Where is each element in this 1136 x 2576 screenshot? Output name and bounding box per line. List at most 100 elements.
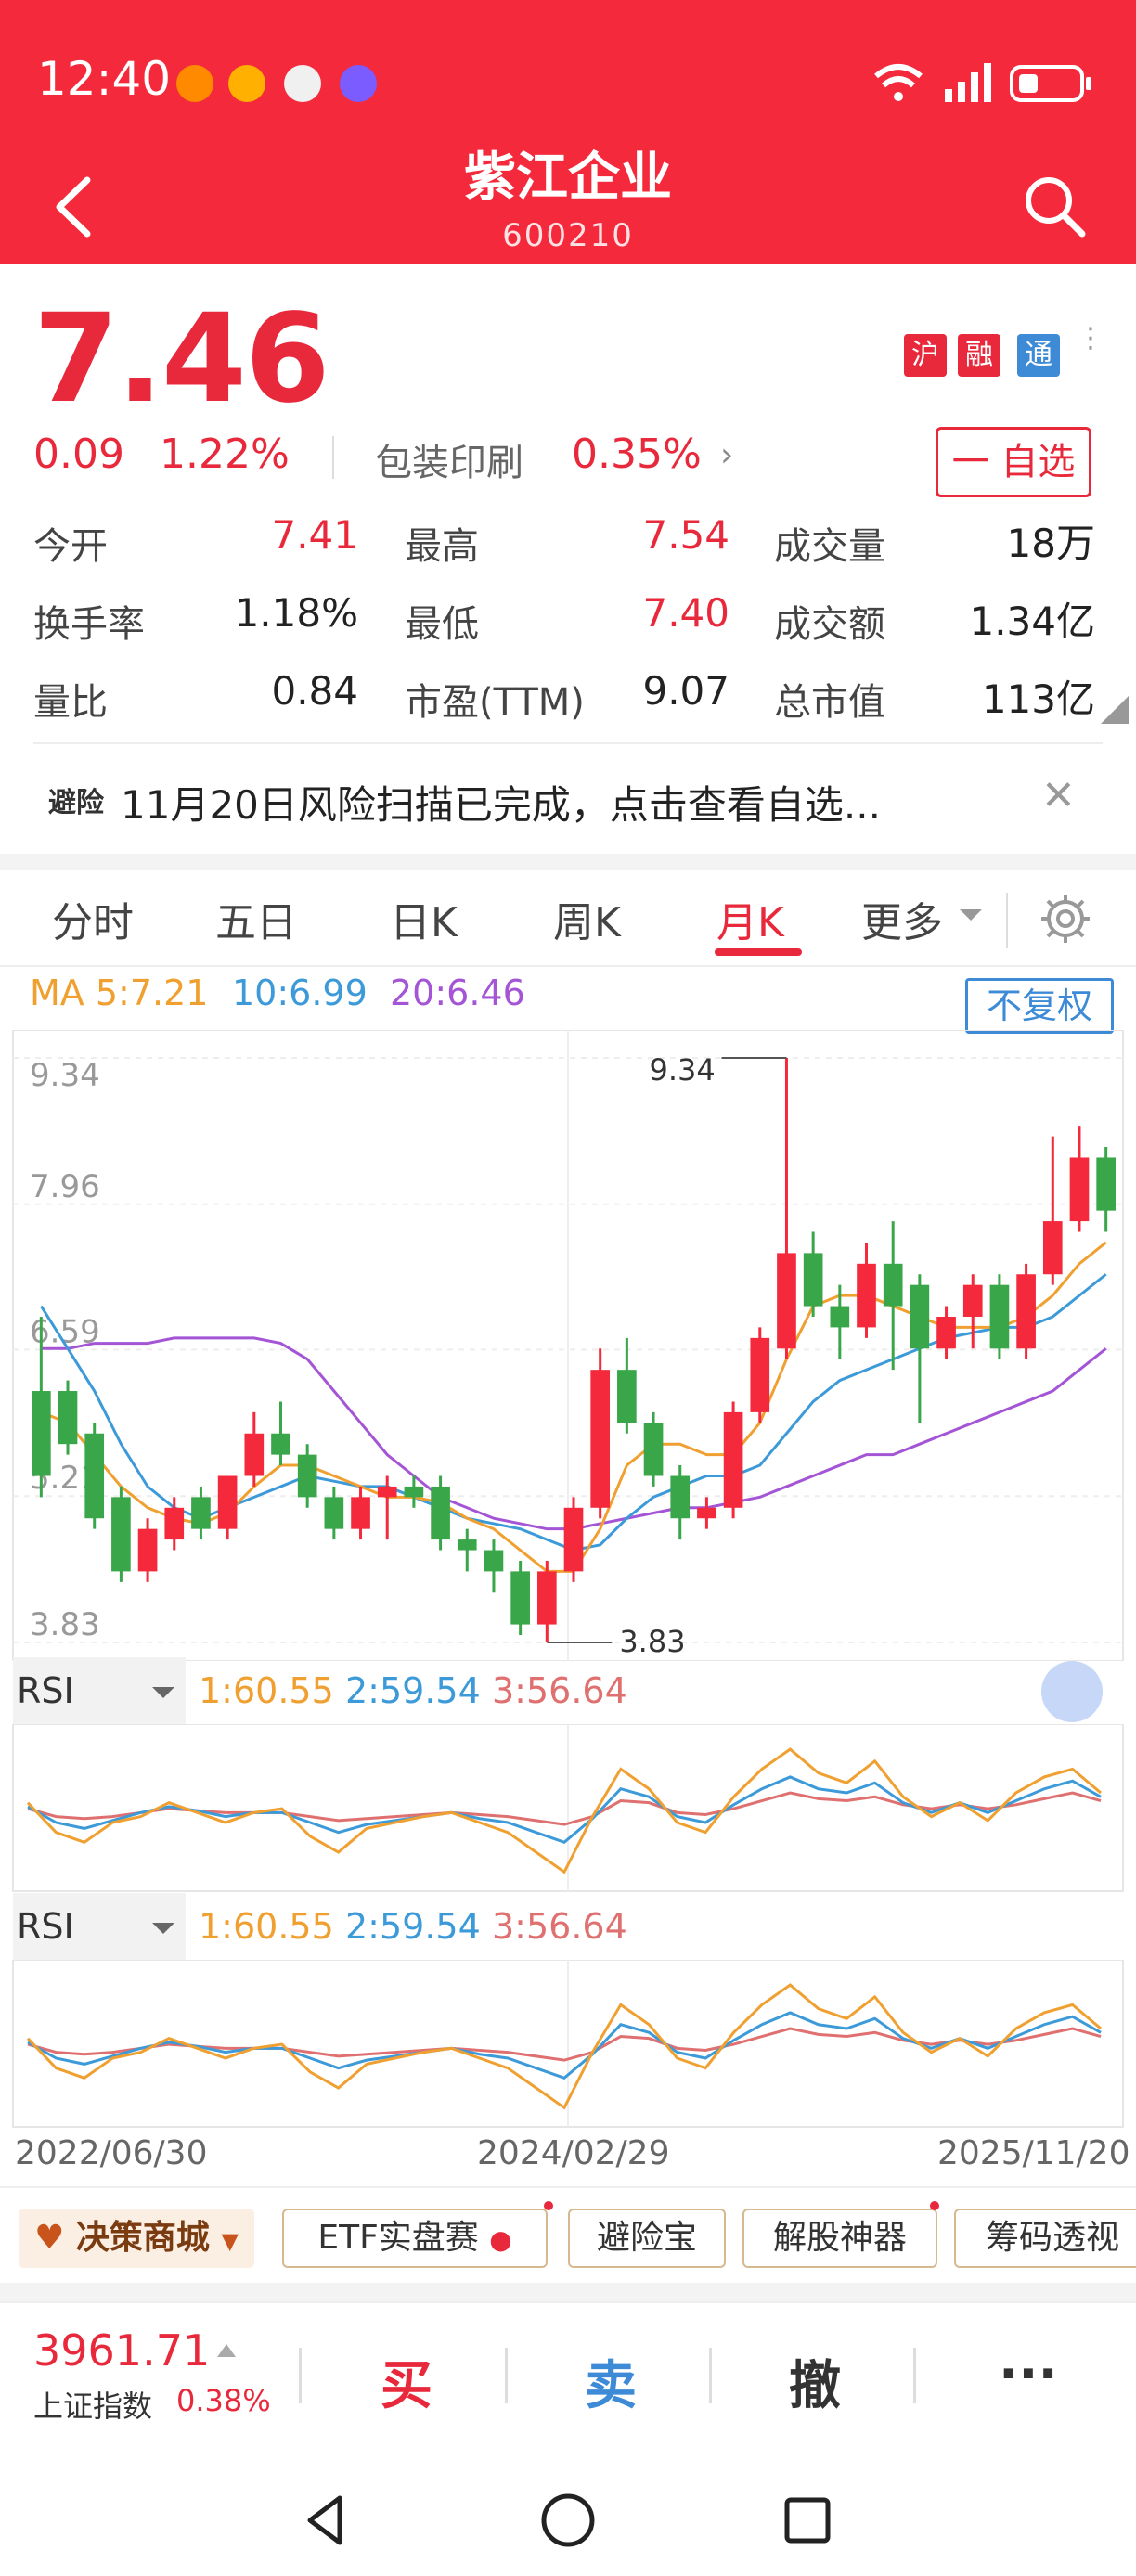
hedge-chip[interactable]: 避险宝 [568, 2209, 726, 2268]
candle-body [1042, 1221, 1063, 1275]
cancel-order-button[interactable]: 撤 [789, 2344, 841, 2419]
etf-contest-chip[interactable]: ETF实盘赛 ● [282, 2209, 548, 2268]
candle-body [857, 1263, 876, 1328]
candle-body [1096, 1157, 1116, 1211]
tab-more[interactable]: 更多 [861, 889, 943, 948]
candle-body [271, 1433, 290, 1455]
rsi-selector-2[interactable]: RSI [13, 1893, 186, 1960]
stat-label-volume: 成交量 [774, 525, 885, 568]
candle-body [617, 1370, 637, 1423]
candle-body [830, 1306, 850, 1328]
active-tab-indicator [715, 948, 802, 956]
tab-intraday[interactable]: 分时 [52, 889, 134, 948]
gear-icon[interactable] [1039, 893, 1091, 945]
rsi-chart-1[interactable] [0, 1724, 1136, 1900]
ma20-value: 20:6.46 [390, 972, 525, 1013]
notice-tag: 避险 [48, 787, 104, 819]
badge-connect: 通 [1017, 334, 1060, 377]
stat-label-volume-ratio: 量比 [33, 681, 108, 724]
nav-back-icon[interactable] [299, 2492, 355, 2548]
tab-weekly-k[interactable]: 周K [553, 889, 621, 948]
y-tick-label: 9.34 [30, 1057, 100, 1094]
tab-five-day[interactable]: 五日 [215, 889, 297, 948]
candle-body [510, 1571, 530, 1625]
fire-icon: ● [489, 2224, 512, 2255]
candle-body [670, 1475, 691, 1519]
stat-value-turnover: 1.18% [234, 590, 358, 636]
candle-body [750, 1337, 770, 1412]
current-price: 7.46 [33, 288, 330, 431]
candle-body [777, 1253, 796, 1349]
date-start: 2022/06/30 [15, 2134, 208, 2172]
stat-value-pe: 9.07 [642, 668, 729, 714]
candle-body [1069, 1157, 1090, 1222]
stat-label-high: 最高 [405, 525, 479, 568]
rsi-value-2: 2:59.54 [345, 1670, 481, 1711]
stat-label-low: 最低 [405, 603, 479, 646]
candle-body [910, 1284, 930, 1349]
index-value[interactable]: 3961.71 [33, 2325, 210, 2376]
nav-home-icon[interactable] [538, 2491, 598, 2550]
expand-corner-icon[interactable] [1101, 696, 1129, 724]
more-button[interactable]: ··· [999, 2344, 1058, 2404]
stock-tool-chip[interactable]: 解股神器 [742, 2209, 937, 2268]
sector-name[interactable]: 包装印刷 [375, 432, 523, 486]
rsi-label-2: RSI [17, 1906, 74, 1947]
tab-daily-k[interactable]: 日K [390, 889, 458, 948]
y-tick-label: 3.83 [30, 1606, 100, 1643]
candle-body [962, 1284, 983, 1317]
candle-body [84, 1433, 105, 1519]
risk-notice[interactable]: 避险 11月20日风险扫描已完成，点击查看自选... ✕ [0, 742, 1136, 854]
stat-value-amount: 1.34亿 [969, 599, 1095, 644]
candle-body [484, 1550, 504, 1572]
candle-body [803, 1253, 823, 1307]
stat-label-amount: 成交额 [774, 603, 885, 646]
index-pct[interactable]: 0.38% [176, 2383, 271, 2418]
notification-music-icon [340, 65, 377, 102]
search-icon[interactable] [1021, 173, 1088, 239]
chevron-down-icon [152, 1687, 174, 1698]
decision-mall-chip[interactable]: ♥ 决策商城 ▼ [19, 2209, 254, 2268]
monthly-k-chart[interactable]: 9.347.966.595.213.839.343.83 [0, 1030, 1136, 1661]
candle-body [297, 1454, 317, 1498]
candle-body [324, 1497, 344, 1529]
system-nav-bar [0, 2468, 1136, 2576]
notification-avatar-icon [284, 65, 321, 102]
buy-button[interactable]: 买 [381, 2344, 432, 2419]
expand-panel-icon[interactable] [1041, 1661, 1103, 1722]
heart-icon: ♥ [34, 2219, 65, 2257]
candle-body [989, 1284, 1010, 1349]
candle-body [58, 1391, 78, 1445]
status-time: 12:40 [37, 52, 172, 106]
chevron-down-icon[interactable] [960, 909, 982, 921]
candle-body [563, 1507, 584, 1572]
rsi-label-1: RSI [17, 1670, 74, 1711]
rsi-chart-2[interactable] [0, 1960, 1136, 2136]
sell-button[interactable]: 卖 [585, 2344, 637, 2419]
new-dot [930, 2201, 939, 2210]
chip-distribution-chip[interactable]: 筹码透视 [954, 2209, 1136, 2268]
sector-chevron-icon[interactable]: › [720, 436, 733, 474]
stat-label-market-cap: 总市值 [774, 681, 885, 724]
stock-name: 紫江企业 [464, 148, 672, 208]
more-vertical-icon[interactable]: ⋮ [1077, 325, 1104, 353]
candle-body [351, 1497, 370, 1529]
stat-value-volume: 18万 [1006, 521, 1095, 566]
adjust-mode-button[interactable]: 不复权 [965, 978, 1114, 1034]
stat-value-high: 7.54 [642, 512, 729, 558]
index-name[interactable]: 上证指数 [33, 2383, 152, 2426]
candle-body [1016, 1274, 1036, 1349]
notification-app-icon [176, 65, 213, 102]
stock-code: 600210 [502, 217, 634, 254]
close-icon[interactable]: ✕ [1041, 772, 1076, 819]
rsi-selector-1[interactable]: RSI [13, 1657, 186, 1724]
sector-change-pct[interactable]: 0.35% [572, 431, 702, 478]
nav-recents-icon[interactable] [781, 2494, 833, 2546]
tab-monthly-k[interactable]: 月K [716, 889, 784, 948]
candle-body [217, 1475, 238, 1529]
add-watchlist-button[interactable]: 一 自选 [936, 427, 1091, 497]
stat-value-low: 7.40 [642, 590, 729, 636]
rsi2-value-2: 2:59.54 [345, 1906, 481, 1947]
notification-play-icon [228, 65, 265, 102]
stat-label-open: 今开 [33, 525, 108, 568]
